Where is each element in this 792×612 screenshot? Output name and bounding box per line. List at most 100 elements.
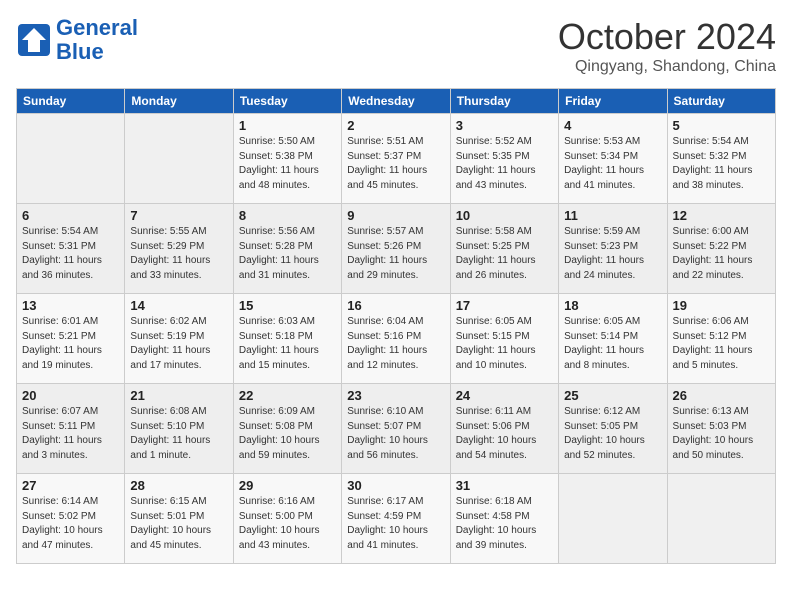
location-title: Qingyang, Shandong, China <box>558 58 776 76</box>
weekday-header: Saturday <box>667 89 775 114</box>
calendar-day-cell: 25 Sunrise: 6:12 AM Sunset: 5:05 PM Dayli… <box>559 384 667 474</box>
weekday-header: Tuesday <box>233 89 341 114</box>
day-info: Sunrise: 6:09 AM Sunset: 5:08 PM Dayligh… <box>239 405 336 463</box>
logo-icon <box>16 22 52 58</box>
calendar-day-cell <box>559 474 667 564</box>
day-number: 23 <box>347 388 444 403</box>
calendar-day-cell: 10Sunrise: 5:58 AM Sunset: 5:25 PM Dayli… <box>450 204 558 294</box>
calendar-day-cell: 12Sunrise: 6:00 AM Sunset: 5:22 PM Dayli… <box>667 204 775 294</box>
calendar-day-cell: 14 Sunrise: 6:02 AM Sunset: 5:19 PM Dayli… <box>125 294 233 384</box>
calendar-day-cell: 7Sunrise: 5:55 AM Sunset: 5:29 PM Daylig… <box>125 204 233 294</box>
calendar-day-cell: 20 Sunrise: 6:07 AM Sunset: 5:11 PM Dayli… <box>17 384 125 474</box>
logo: General Blue <box>16 16 138 64</box>
day-number: 26 <box>673 388 770 403</box>
logo-text: General Blue <box>56 16 138 64</box>
day-info: Sunrise: 6:16 AM Sunset: 5:00 PM Dayligh… <box>239 495 336 553</box>
day-number: 2 <box>347 118 444 133</box>
day-number: 17 <box>456 298 553 313</box>
day-number: 3 <box>456 118 553 133</box>
day-info: Sunrise: 5:56 AM Sunset: 5:28 PM Dayligh… <box>239 225 336 283</box>
weekday-header: Wednesday <box>342 89 450 114</box>
day-number: 25 <box>564 388 661 403</box>
day-info: Sunrise: 5:53 AM Sunset: 5:34 PM Dayligh… <box>564 135 661 193</box>
day-number: 22 <box>239 388 336 403</box>
calendar-day-cell: 15Sunrise: 6:03 AM Sunset: 5:18 PM Dayli… <box>233 294 341 384</box>
day-info: Sunrise: 5:52 AM Sunset: 5:35 PM Dayligh… <box>456 135 553 193</box>
day-info: Sunrise: 5:57 AM Sunset: 5:26 PM Dayligh… <box>347 225 444 283</box>
day-info: Sunrise: 6:10 AM Sunset: 5:07 PM Dayligh… <box>347 405 444 463</box>
calendar-day-cell: 4Sunrise: 5:53 AM Sunset: 5:34 PM Daylig… <box>559 114 667 204</box>
calendar-day-cell: 11 Sunrise: 5:59 AM Sunset: 5:23 PM Dayli… <box>559 204 667 294</box>
calendar-day-cell: 28 Sunrise: 6:15 AM Sunset: 5:01 PM Dayli… <box>125 474 233 564</box>
calendar-week-row: 6 Sunrise: 5:54 AM Sunset: 5:31 PM Daylig… <box>17 204 776 294</box>
calendar-day-cell <box>667 474 775 564</box>
calendar-day-cell: 16 Sunrise: 6:04 AM Sunset: 5:16 PM Dayli… <box>342 294 450 384</box>
calendar-day-cell: 13Sunrise: 6:01 AM Sunset: 5:21 PM Dayli… <box>17 294 125 384</box>
day-number: 20 <box>22 388 119 403</box>
calendar-day-cell: 21 Sunrise: 6:08 AM Sunset: 5:10 PM Dayli… <box>125 384 233 474</box>
month-title: October 2024 <box>558 16 776 58</box>
calendar-day-cell: 22 Sunrise: 6:09 AM Sunset: 5:08 PM Dayli… <box>233 384 341 474</box>
calendar-day-cell: 29 Sunrise: 6:16 AM Sunset: 5:00 PM Dayli… <box>233 474 341 564</box>
day-number: 24 <box>456 388 553 403</box>
calendar-day-cell: 9 Sunrise: 5:57 AM Sunset: 5:26 PM Daylig… <box>342 204 450 294</box>
day-number: 18 <box>564 298 661 313</box>
day-number: 14 <box>130 298 227 313</box>
day-number: 6 <box>22 208 119 223</box>
day-info: Sunrise: 5:50 AM Sunset: 5:38 PM Dayligh… <box>239 135 336 193</box>
calendar-day-cell: 3 Sunrise: 5:52 AM Sunset: 5:35 PM Daylig… <box>450 114 558 204</box>
day-info: Sunrise: 5:54 AM Sunset: 5:31 PM Dayligh… <box>22 225 119 283</box>
calendar-day-cell: 8Sunrise: 5:56 AM Sunset: 5:28 PM Daylig… <box>233 204 341 294</box>
day-number: 15 <box>239 298 336 313</box>
calendar-day-cell: 26 Sunrise: 6:13 AM Sunset: 5:03 PM Dayli… <box>667 384 775 474</box>
day-info: Sunrise: 5:54 AM Sunset: 5:32 PM Dayligh… <box>673 135 770 193</box>
day-number: 16 <box>347 298 444 313</box>
weekday-header: Monday <box>125 89 233 114</box>
day-info: Sunrise: 6:14 AM Sunset: 5:02 PM Dayligh… <box>22 495 119 553</box>
day-info: Sunrise: 6:02 AM Sunset: 5:19 PM Dayligh… <box>130 315 227 373</box>
calendar-day-cell: 30 Sunrise: 6:17 AM Sunset: 4:59 PM Dayli… <box>342 474 450 564</box>
page-header: General Blue October 2024 Qingyang, Shan… <box>16 16 776 76</box>
day-number: 30 <box>347 478 444 493</box>
day-number: 29 <box>239 478 336 493</box>
calendar-day-cell <box>17 114 125 204</box>
calendar-day-cell: 2 Sunrise: 5:51 AM Sunset: 5:37 PM Daylig… <box>342 114 450 204</box>
calendar-day-cell: 17 Sunrise: 6:05 AM Sunset: 5:15 PM Dayli… <box>450 294 558 384</box>
day-info: Sunrise: 6:04 AM Sunset: 5:16 PM Dayligh… <box>347 315 444 373</box>
day-info: Sunrise: 6:18 AM Sunset: 4:58 PM Dayligh… <box>456 495 553 553</box>
day-info: Sunrise: 6:12 AM Sunset: 5:05 PM Dayligh… <box>564 405 661 463</box>
calendar-day-cell: 27 Sunrise: 6:14 AM Sunset: 5:02 PM Dayli… <box>17 474 125 564</box>
day-number: 28 <box>130 478 227 493</box>
day-number: 7 <box>130 208 227 223</box>
day-number: 9 <box>347 208 444 223</box>
day-number: 19 <box>673 298 770 313</box>
day-number: 11 <box>564 208 661 223</box>
weekday-header: Sunday <box>17 89 125 114</box>
day-info: Sunrise: 6:05 AM Sunset: 5:14 PM Dayligh… <box>564 315 661 373</box>
weekday-header: Thursday <box>450 89 558 114</box>
day-info: Sunrise: 6:06 AM Sunset: 5:12 PM Dayligh… <box>673 315 770 373</box>
day-info: Sunrise: 6:05 AM Sunset: 5:15 PM Dayligh… <box>456 315 553 373</box>
day-number: 27 <box>22 478 119 493</box>
day-number: 5 <box>673 118 770 133</box>
day-number: 31 <box>456 478 553 493</box>
calendar-day-cell: 31 Sunrise: 6:18 AM Sunset: 4:58 PM Dayli… <box>450 474 558 564</box>
day-number: 10 <box>456 208 553 223</box>
day-info: Sunrise: 6:15 AM Sunset: 5:01 PM Dayligh… <box>130 495 227 553</box>
day-info: Sunrise: 6:13 AM Sunset: 5:03 PM Dayligh… <box>673 405 770 463</box>
day-info: Sunrise: 6:07 AM Sunset: 5:11 PM Dayligh… <box>22 405 119 463</box>
day-info: Sunrise: 6:08 AM Sunset: 5:10 PM Dayligh… <box>130 405 227 463</box>
calendar-day-cell: 23 Sunrise: 6:10 AM Sunset: 5:07 PM Dayli… <box>342 384 450 474</box>
calendar-day-cell: 6 Sunrise: 5:54 AM Sunset: 5:31 PM Daylig… <box>17 204 125 294</box>
calendar-day-cell <box>125 114 233 204</box>
day-info: Sunrise: 6:17 AM Sunset: 4:59 PM Dayligh… <box>347 495 444 553</box>
day-info: Sunrise: 6:11 AM Sunset: 5:06 PM Dayligh… <box>456 405 553 463</box>
calendar-day-cell: 24 Sunrise: 6:11 AM Sunset: 5:06 PM Dayli… <box>450 384 558 474</box>
day-info: Sunrise: 5:59 AM Sunset: 5:23 PM Dayligh… <box>564 225 661 283</box>
weekday-header: Friday <box>559 89 667 114</box>
day-info: Sunrise: 5:51 AM Sunset: 5:37 PM Dayligh… <box>347 135 444 193</box>
calendar-day-cell: 19 Sunrise: 6:06 AM Sunset: 5:12 PM Dayli… <box>667 294 775 384</box>
day-number: 12 <box>673 208 770 223</box>
calendar-day-cell: 1Sunrise: 5:50 AM Sunset: 5:38 PM Daylig… <box>233 114 341 204</box>
day-number: 21 <box>130 388 227 403</box>
